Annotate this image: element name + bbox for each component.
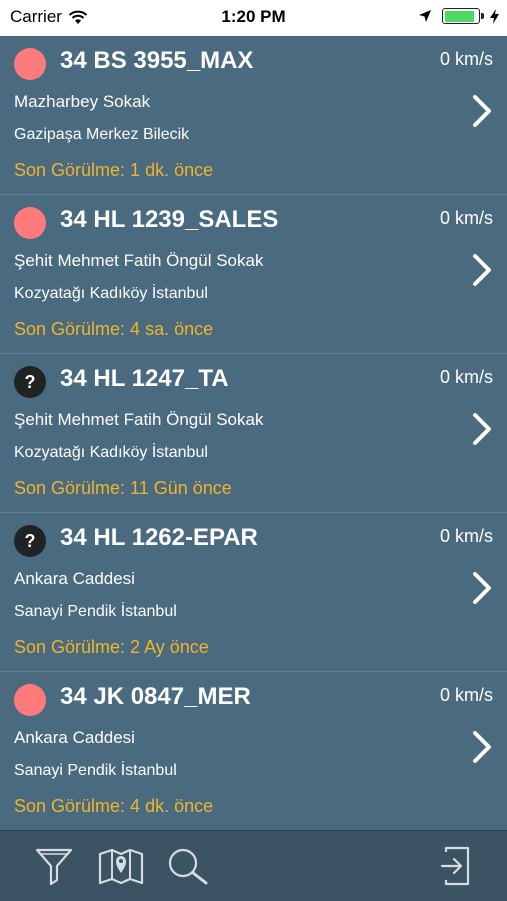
search-icon[interactable]: [166, 846, 210, 886]
status-bar: Carrier 1:20 PM: [0, 0, 507, 36]
vehicle-list: 34 BS 3955_MAX 0 km/s Mazharbey Sokak Ga…: [0, 36, 507, 830]
status-indicator-unknown: ?: [14, 366, 46, 398]
vehicle-district: Sanayi Pendik İstanbul: [14, 762, 177, 779]
status-indicator-active: [14, 207, 46, 239]
vehicle-district: Sanayi Pendik İstanbul: [14, 603, 177, 620]
vehicle-district: Kozyatağı Kadıköy İstanbul: [14, 285, 208, 302]
status-indicator-unknown: ?: [14, 525, 46, 557]
vehicle-plate: 34 HL 1239_SALES: [60, 206, 279, 233]
vehicle-plate: 34 JK 0847_MER: [60, 683, 251, 710]
vehicle-last-seen: Son Görülme: 4 dk. önce: [14, 796, 214, 816]
vehicle-street: Şehit Mehmet Fatih Öngül Sokak: [14, 410, 264, 429]
vehicle-row[interactable]: 34 BS 3955_MAX 0 km/s Mazharbey Sokak Ga…: [0, 36, 507, 195]
vehicle-speed: 0 km/s: [439, 208, 493, 228]
vehicle-last-seen: Son Görülme: 1 dk. önce: [14, 160, 214, 180]
vehicle-row[interactable]: ? 34 HL 1247_TA 0 km/s Şehit Mehmet Fati…: [0, 354, 507, 513]
vehicle-street: Ankara Caddesi: [14, 728, 135, 747]
location-arrow-icon: [419, 10, 431, 22]
battery-level: [444, 10, 474, 22]
vehicle-last-seen: Son Görülme: 11 Gün önce: [14, 478, 232, 498]
battery-icon: [442, 8, 484, 24]
vehicle-street: Şehit Mehmet Fatih Öngül Sokak: [14, 251, 264, 270]
vehicle-last-seen: Son Görülme: 2 Ay önce: [14, 637, 209, 657]
chevron-right-icon[interactable]: [471, 412, 493, 446]
chevron-right-icon[interactable]: [471, 253, 493, 287]
vehicle-row[interactable]: 34 HL 1239_SALES 0 km/s Şehit Mehmet Fat…: [0, 195, 507, 354]
vehicle-last-seen: Son Görülme: 4 sa. önce: [14, 319, 214, 339]
vehicle-plate: 34 HL 1262-EPAR: [60, 524, 258, 551]
vehicle-row[interactable]: ? 34 HL 1262-EPAR 0 km/s Ankara Caddesi …: [0, 513, 507, 672]
vehicle-speed: 0 km/s: [439, 49, 493, 69]
status-indicator-active: [14, 48, 46, 80]
filter-icon[interactable]: [34, 846, 74, 886]
vehicle-speed: 0 km/s: [439, 685, 493, 705]
vehicle-speed: 0 km/s: [439, 526, 493, 546]
vehicle-district: Gazipaşa Merkez Bilecik: [14, 126, 190, 143]
vehicle-row[interactable]: 34 JK 0847_MER 0 km/s Ankara Caddesi San…: [0, 672, 507, 830]
chevron-right-icon[interactable]: [471, 94, 493, 128]
vehicle-speed: 0 km/s: [439, 367, 493, 387]
chevron-right-icon[interactable]: [471, 571, 493, 605]
vehicle-street: Mazharbey Sokak: [14, 92, 151, 111]
chevron-right-icon[interactable]: [471, 730, 493, 764]
vehicle-street: Ankara Caddesi: [14, 569, 135, 588]
charging-bolt-icon: [490, 8, 499, 24]
vehicle-district: Kozyatağı Kadıköy İstanbul: [14, 444, 208, 461]
logout-icon[interactable]: [440, 846, 472, 886]
map-icon[interactable]: [98, 846, 144, 886]
vehicle-plate: 34 BS 3955_MAX: [60, 47, 254, 74]
vehicle-plate: 34 HL 1247_TA: [60, 365, 229, 392]
status-indicator-active: [14, 684, 46, 716]
status-indicators: [418, 8, 499, 24]
tab-bar: [0, 830, 507, 901]
